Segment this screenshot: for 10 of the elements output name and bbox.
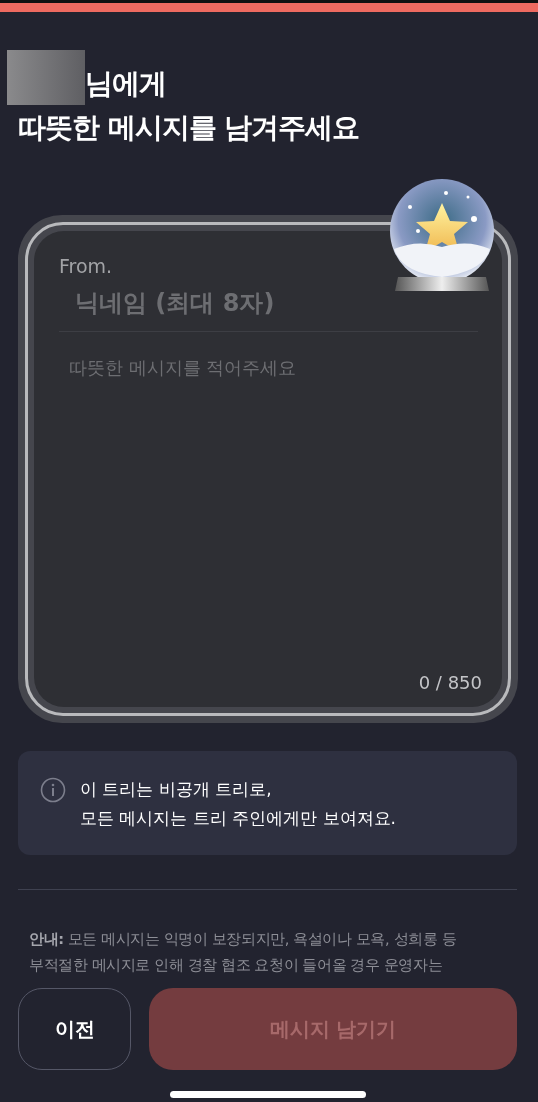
snow-globe-icon [388, 177, 496, 292]
title-text: 님에게 [85, 66, 166, 102]
character-counter: 0 / 850 [418, 672, 482, 693]
info-icon [40, 777, 66, 803]
notice-text: 안내: 모든 메시지는 익명이 보장되지만, 욕설이나 모욕, 성희롱 등 부적절한 메시지로 인해 경찰 협조 요청이 들어올 경우 운영자는 [29, 930, 458, 975]
back-button[interactable]: 이전 [18, 988, 131, 1070]
title-text: 따뜻한 메시지를 남겨주세요 [18, 110, 361, 146]
from-label: From. [59, 255, 114, 277]
info-text: 이 트리는 비공개 트리로, 모든 메시지는 트리 주인에게만 보여져요. [80, 778, 397, 830]
message-card[interactable]: From. 닉네임 (최대 8자) 따뜻한 메시지를 적어주세요 0 / 850 [34, 231, 502, 707]
